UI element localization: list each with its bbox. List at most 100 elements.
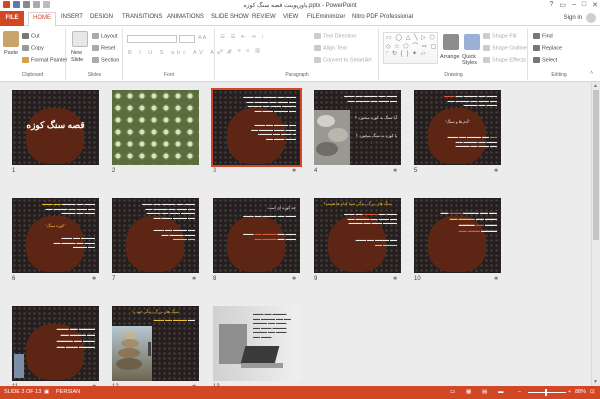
new-slide-button[interactable]: New Slide bbox=[71, 50, 91, 64]
slide-thumbnail-5[interactable]: ▬▬▬ ▬▬ ▬▬▬▬ ▬▬ ▬▬▬ ▬▬ ▬▬▬▬ ▬▬ ▬▬▬ ▬▬ ▬▬▬▬ … bbox=[414, 90, 501, 165]
status-bar: SLIDE 3 OF 13 ▣ PERSIAN ▭ ▦ ▤ ▬ – + 88% … bbox=[0, 386, 600, 399]
tab-view[interactable]: VIEW bbox=[283, 14, 298, 20]
group-font: A A B I U S abc AV Aa A Font bbox=[124, 28, 231, 80]
format-painter-button[interactable]: Format Painter bbox=[22, 57, 67, 63]
scrollbar-thumb[interactable] bbox=[593, 90, 599, 240]
slide-thumbnail-1[interactable]: قصه سنگ کوزه bbox=[12, 90, 99, 165]
language-status[interactable]: PERSIAN bbox=[56, 389, 80, 395]
grow-font-icon[interactable]: A A bbox=[198, 35, 206, 41]
text-direction-button[interactable]: Text Direction bbox=[314, 33, 356, 39]
section-button[interactable]: Section bbox=[92, 57, 119, 63]
tab-transitions[interactable]: TRANSITIONS bbox=[122, 14, 162, 20]
tab-review[interactable]: REVIEW bbox=[252, 14, 276, 20]
slide-thumbnail-12[interactable]: سنگ های بزرگ زندگی خود را ▬▬▬ ▬▬ ▬▬▬▬ ▬▬ bbox=[112, 306, 199, 381]
shape-effects-label: Shape Effects bbox=[492, 57, 527, 64]
scroll-down-icon[interactable]: ▼ bbox=[593, 379, 598, 385]
zoom-slider-knob[interactable] bbox=[545, 389, 547, 396]
reset-label: Reset bbox=[101, 45, 116, 52]
slide-thumbnail-4[interactable]: ▬▬▬ ▬▬ ▬▬▬▬ ▬▬ ▬▬▬ ▬▬ ▬▬▬▬ ▬▬ ▬▬▬ ▬▬ آیا … bbox=[314, 90, 401, 165]
slide-thumbnail-13[interactable]: ▬▬▬ ▬▬ ▬▬▬▬ ▬▬ ▬▬▬▬ ▬▬ ▬▬ ▬▬▬▬ ▬▬ ▬▬▬ ▬▬ ▬▬… bbox=[213, 306, 300, 381]
copy-button[interactable]: Copy bbox=[22, 45, 44, 51]
normal-view-icon[interactable]: ▭ bbox=[450, 389, 455, 395]
scroll-up-icon[interactable]: ▲ bbox=[593, 83, 598, 89]
shape-outline-button[interactable]: Shape Outline bbox=[483, 45, 527, 51]
reading-view-icon[interactable]: ▤ bbox=[482, 389, 487, 395]
tab-fileminimizer[interactable]: FILEminimizer bbox=[307, 14, 345, 20]
tab-insert[interactable]: INSERT bbox=[61, 14, 83, 20]
font-name-select[interactable] bbox=[127, 35, 177, 43]
slide-thumbnail-7[interactable]: ▬▬▬ ▬▬ ▬▬▬▬ ▬▬ ▬▬▬ ▬▬ ▬▬▬▬ ▬▬ ▬▬▬ ▬▬ ▬▬▬▬ … bbox=[112, 198, 199, 273]
collapse-ribbon-icon[interactable]: ˄ bbox=[590, 70, 593, 76]
stone-tower-photo bbox=[112, 326, 152, 381]
close-icon[interactable]: ✕ bbox=[592, 1, 598, 9]
zoom-out-icon[interactable]: – bbox=[518, 389, 521, 395]
tab-home[interactable]: HOME bbox=[28, 12, 56, 27]
group-drawing: ▭ ◯ △ ╲ ▷ ⬡ ◇ ☆ ⬠ ⌒ ⇨ ▢ ◜ ↻ { } ✦ ▱ Arrang… bbox=[380, 28, 528, 80]
slide-thumbnail-9[interactable]: سنگ های بزرگ زندگی شما کدام ها هستند؟ ▬▬… bbox=[314, 198, 401, 273]
align-text-button[interactable]: Align Text bbox=[314, 45, 347, 51]
tab-nitro-pdf[interactable]: Nitro PDF Professional bbox=[352, 14, 413, 20]
convert-smartart-button[interactable]: Convert to SmartArt bbox=[314, 57, 372, 63]
slide-thumbnail-11[interactable]: ▬▬▬ ▬▬ ▬▬▬▬ ▬▬ ▬▬▬▬ ▬▬ ▬▬▬▬ ▬▬ ▬▬▬ ▬▬ ▬▬▬ ▬… bbox=[12, 306, 99, 381]
slide-thumbnail-10[interactable]: ▬▬ ▬▬▬ ▬▬▬▬ ▬▬ ▬▬ ▬▬ ▬▬▬▬ ▬▬ ▬▬▬ ▬▬▬▬ ▬▬ ▬… bbox=[414, 198, 501, 273]
slide-sorter-view-icon[interactable]: ▦ bbox=[466, 389, 471, 395]
find-label: Find bbox=[542, 33, 553, 40]
tab-file[interactable]: FILE bbox=[0, 11, 24, 26]
slide-question-1: آیا سنگ به کوزه میخورد ؟ bbox=[354, 115, 397, 120]
quick-styles-button[interactable]: Quick Styles bbox=[462, 54, 480, 66]
group-label-font: Font bbox=[163, 72, 174, 78]
text-direction-icon bbox=[314, 33, 321, 39]
slide-thumbnail-2[interactable] bbox=[112, 90, 199, 165]
arrange-icon[interactable] bbox=[443, 34, 459, 50]
jar-shape bbox=[227, 216, 285, 272]
find-icon bbox=[533, 33, 540, 39]
paste-icon[interactable] bbox=[3, 31, 19, 47]
vertical-scrollbar[interactable]: ▲ ▼ bbox=[591, 82, 600, 386]
slide-show-view-icon[interactable]: ▬ bbox=[498, 389, 504, 395]
avatar[interactable] bbox=[586, 13, 596, 23]
slide-question-2: یا کوزه به سنگ میخورد ؟ bbox=[355, 133, 397, 138]
select-button[interactable]: Select bbox=[533, 57, 557, 63]
tab-design[interactable]: DESIGN bbox=[90, 14, 113, 20]
new-slide-icon[interactable] bbox=[72, 31, 88, 47]
spellcheck-icon[interactable]: ▣ bbox=[44, 389, 49, 395]
cut-button[interactable]: Cut bbox=[22, 33, 40, 39]
slide-thumbnail-3[interactable]: ▬▬▬ ▬▬ ▬▬▬▬ ▬▬ ▬▬▬ ▬▬ ▬▬▬▬ ▬▬ ▬▬▬ ▬▬ ▬▬▬▬ … bbox=[211, 88, 302, 167]
slide-text-block: ▬▬▬ ▬▬ ▬▬▬▬ ▬▬ ▬▬▬ ▬▬ ▬▬▬▬ ▬▬ ▬▬▬ ▬▬ ▬▬▬▬ … bbox=[243, 95, 296, 113]
slide-count-status: SLIDE 3 OF 13 bbox=[4, 389, 42, 395]
quick-styles-icon[interactable] bbox=[464, 34, 480, 50]
slide-number: 1 bbox=[12, 168, 16, 174]
select-label: Select bbox=[542, 57, 558, 64]
find-button[interactable]: Find bbox=[533, 33, 553, 39]
slide-heading: سنگ های بزرگ زندگی خود را bbox=[132, 310, 179, 314]
zoom-in-icon[interactable]: + bbox=[568, 389, 571, 395]
replace-button[interactable]: Replace bbox=[533, 45, 562, 51]
align-icons[interactable]: ≡ ≡ ≡ ≡ ▥ bbox=[220, 48, 262, 54]
sign-in-link[interactable]: Sign in bbox=[564, 15, 582, 21]
reset-button[interactable]: Reset bbox=[92, 45, 115, 51]
shapes-gallery[interactable]: ▭ ◯ △ ╲ ▷ ⬡ ◇ ☆ ⬠ ⌒ ⇨ ▢ ◜ ↻ { } ✦ ▱ bbox=[383, 32, 438, 64]
slide-thumbnail-8[interactable]: چه کوزه ای است ▬▬▬ ▬▬ ▬▬▬▬ ▬▬ ▬▬▬ ▬▬▬ ▬▬… bbox=[213, 198, 300, 273]
zoom-level[interactable]: 88% bbox=[575, 389, 586, 395]
maximize-icon[interactable]: □ bbox=[582, 1, 586, 9]
paste-button[interactable]: Paste bbox=[4, 50, 18, 56]
help-icon[interactable]: ? bbox=[549, 1, 553, 9]
group-editing: Find Replace Select Editing bbox=[529, 28, 589, 80]
group-label-editing: Editing bbox=[551, 72, 567, 78]
layout-button[interactable]: Layout bbox=[92, 33, 118, 39]
ribbon-display-icon[interactable]: ▭ bbox=[559, 1, 566, 9]
minimize-icon[interactable]: – bbox=[572, 1, 576, 9]
shape-fill-button[interactable]: Shape Fill bbox=[483, 33, 516, 39]
zoom-slider-track[interactable] bbox=[528, 392, 566, 393]
shape-effects-icon bbox=[483, 57, 490, 63]
list-icons[interactable]: ☰ ☰ ⇤ ⇥ ↕ bbox=[220, 34, 266, 40]
slide-text-block: ▬▬▬ ▬▬ ▬▬▬▬ ▬▬ ▬▬▬▬ ▬▬ ▬▬▬▬ ▬▬ ▬▬▬ ▬▬ ▬▬▬ ▬… bbox=[56, 326, 95, 349]
shape-effects-button[interactable]: Shape Effects bbox=[483, 57, 526, 63]
slide-thumbnail-6[interactable]: ▬▬▬ ▬▬ ▬▬▬▬ ▬▬ ▬▬▬ ▬▬ ▬▬▬▬ ▬▬ ▬▬▬ ▬▬ ▬▬▬▬ … bbox=[12, 198, 99, 273]
select-icon bbox=[533, 57, 540, 63]
fit-to-window-icon[interactable]: ⊡ bbox=[590, 389, 595, 395]
tab-animations[interactable]: ANIMATIONS bbox=[167, 14, 204, 20]
arrange-button[interactable]: Arrange bbox=[440, 54, 460, 60]
font-size-select[interactable] bbox=[179, 35, 195, 43]
tab-slide-show[interactable]: SLIDE SHOW bbox=[211, 14, 249, 20]
